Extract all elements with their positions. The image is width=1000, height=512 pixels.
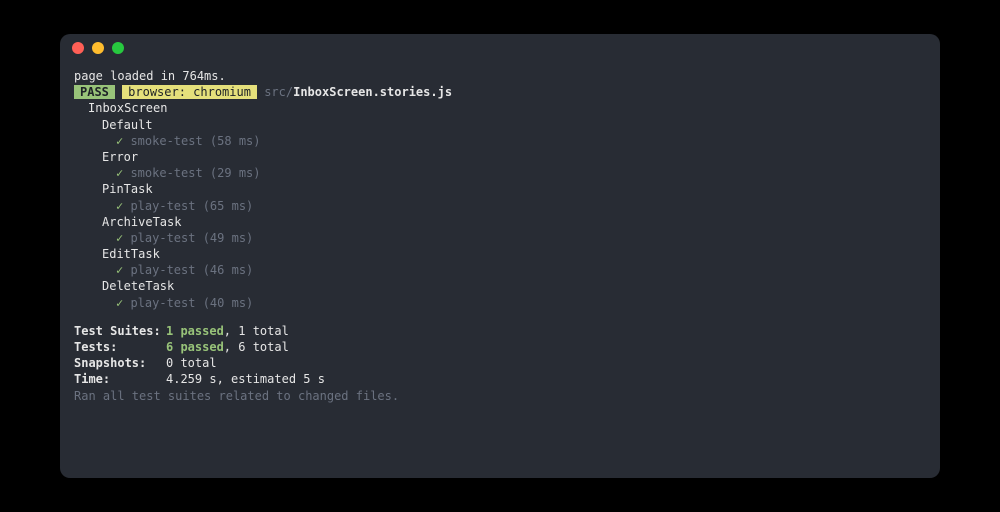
summary-label: Time:: [74, 371, 166, 387]
test-detail: smoke-test (58 ms): [123, 134, 260, 148]
close-icon[interactable]: [72, 42, 84, 54]
test-group-name: Default: [74, 117, 926, 133]
test-detail: play-test (40 ms): [123, 296, 253, 310]
test-group-name: PinTask: [74, 181, 926, 197]
test-result: ✓ play-test (65 ms): [74, 198, 926, 214]
summary-label: Tests:: [74, 339, 166, 355]
suite-name: InboxScreen: [74, 100, 926, 116]
window-titlebar: [60, 34, 940, 62]
summary-label: Test Suites:: [74, 323, 166, 339]
test-result: ✓ play-test (40 ms): [74, 295, 926, 311]
summary-time: Time:4.259 s, estimated 5 s: [74, 371, 926, 387]
test-result: ✓ smoke-test (29 ms): [74, 165, 926, 181]
summary-label: Snapshots:: [74, 355, 166, 371]
test-detail: play-test (46 ms): [123, 263, 253, 277]
test-result: ✓ smoke-test (58 ms): [74, 133, 926, 149]
test-result: ✓ play-test (49 ms): [74, 230, 926, 246]
summary-snapshots: Snapshots:0 total: [74, 355, 926, 371]
summary-value: 0 total: [166, 355, 217, 371]
test-group-name: Error: [74, 149, 926, 165]
file-name: InboxScreen.stories.js: [293, 85, 452, 99]
test-detail: play-test (65 ms): [123, 199, 253, 213]
test-group-name: EditTask: [74, 246, 926, 262]
test-detail: play-test (49 ms): [123, 231, 253, 245]
summary-passed: 6 passed: [166, 339, 224, 355]
summary-tests: Tests:6 passed, 6 total: [74, 339, 926, 355]
browser-badge: browser: chromium: [122, 85, 257, 99]
minimize-icon[interactable]: [92, 42, 104, 54]
terminal-window: page loaded in 764ms. PASS browser: chro…: [60, 34, 940, 478]
summary-suites: Test Suites:1 passed, 1 total: [74, 323, 926, 339]
summary-passed: 1 passed: [166, 323, 224, 339]
test-group-name: ArchiveTask: [74, 214, 926, 230]
summary-total: , 6 total: [224, 339, 289, 355]
path-prefix: src/: [264, 85, 293, 99]
pass-line: PASS browser: chromium src/InboxScreen.s…: [74, 84, 926, 100]
pass-badge: PASS: [74, 85, 115, 99]
summary-value: 4.259 s, estimated 5 s: [166, 371, 325, 387]
page-loaded-line: page loaded in 764ms.: [74, 68, 926, 84]
test-result: ✓ play-test (46 ms): [74, 262, 926, 278]
summary-total: , 1 total: [224, 323, 289, 339]
test-group-name: DeleteTask: [74, 278, 926, 294]
footer-line: Ran all test suites related to changed f…: [74, 388, 926, 404]
maximize-icon[interactable]: [112, 42, 124, 54]
terminal-output: page loaded in 764ms. PASS browser: chro…: [60, 62, 940, 478]
test-detail: smoke-test (29 ms): [123, 166, 260, 180]
